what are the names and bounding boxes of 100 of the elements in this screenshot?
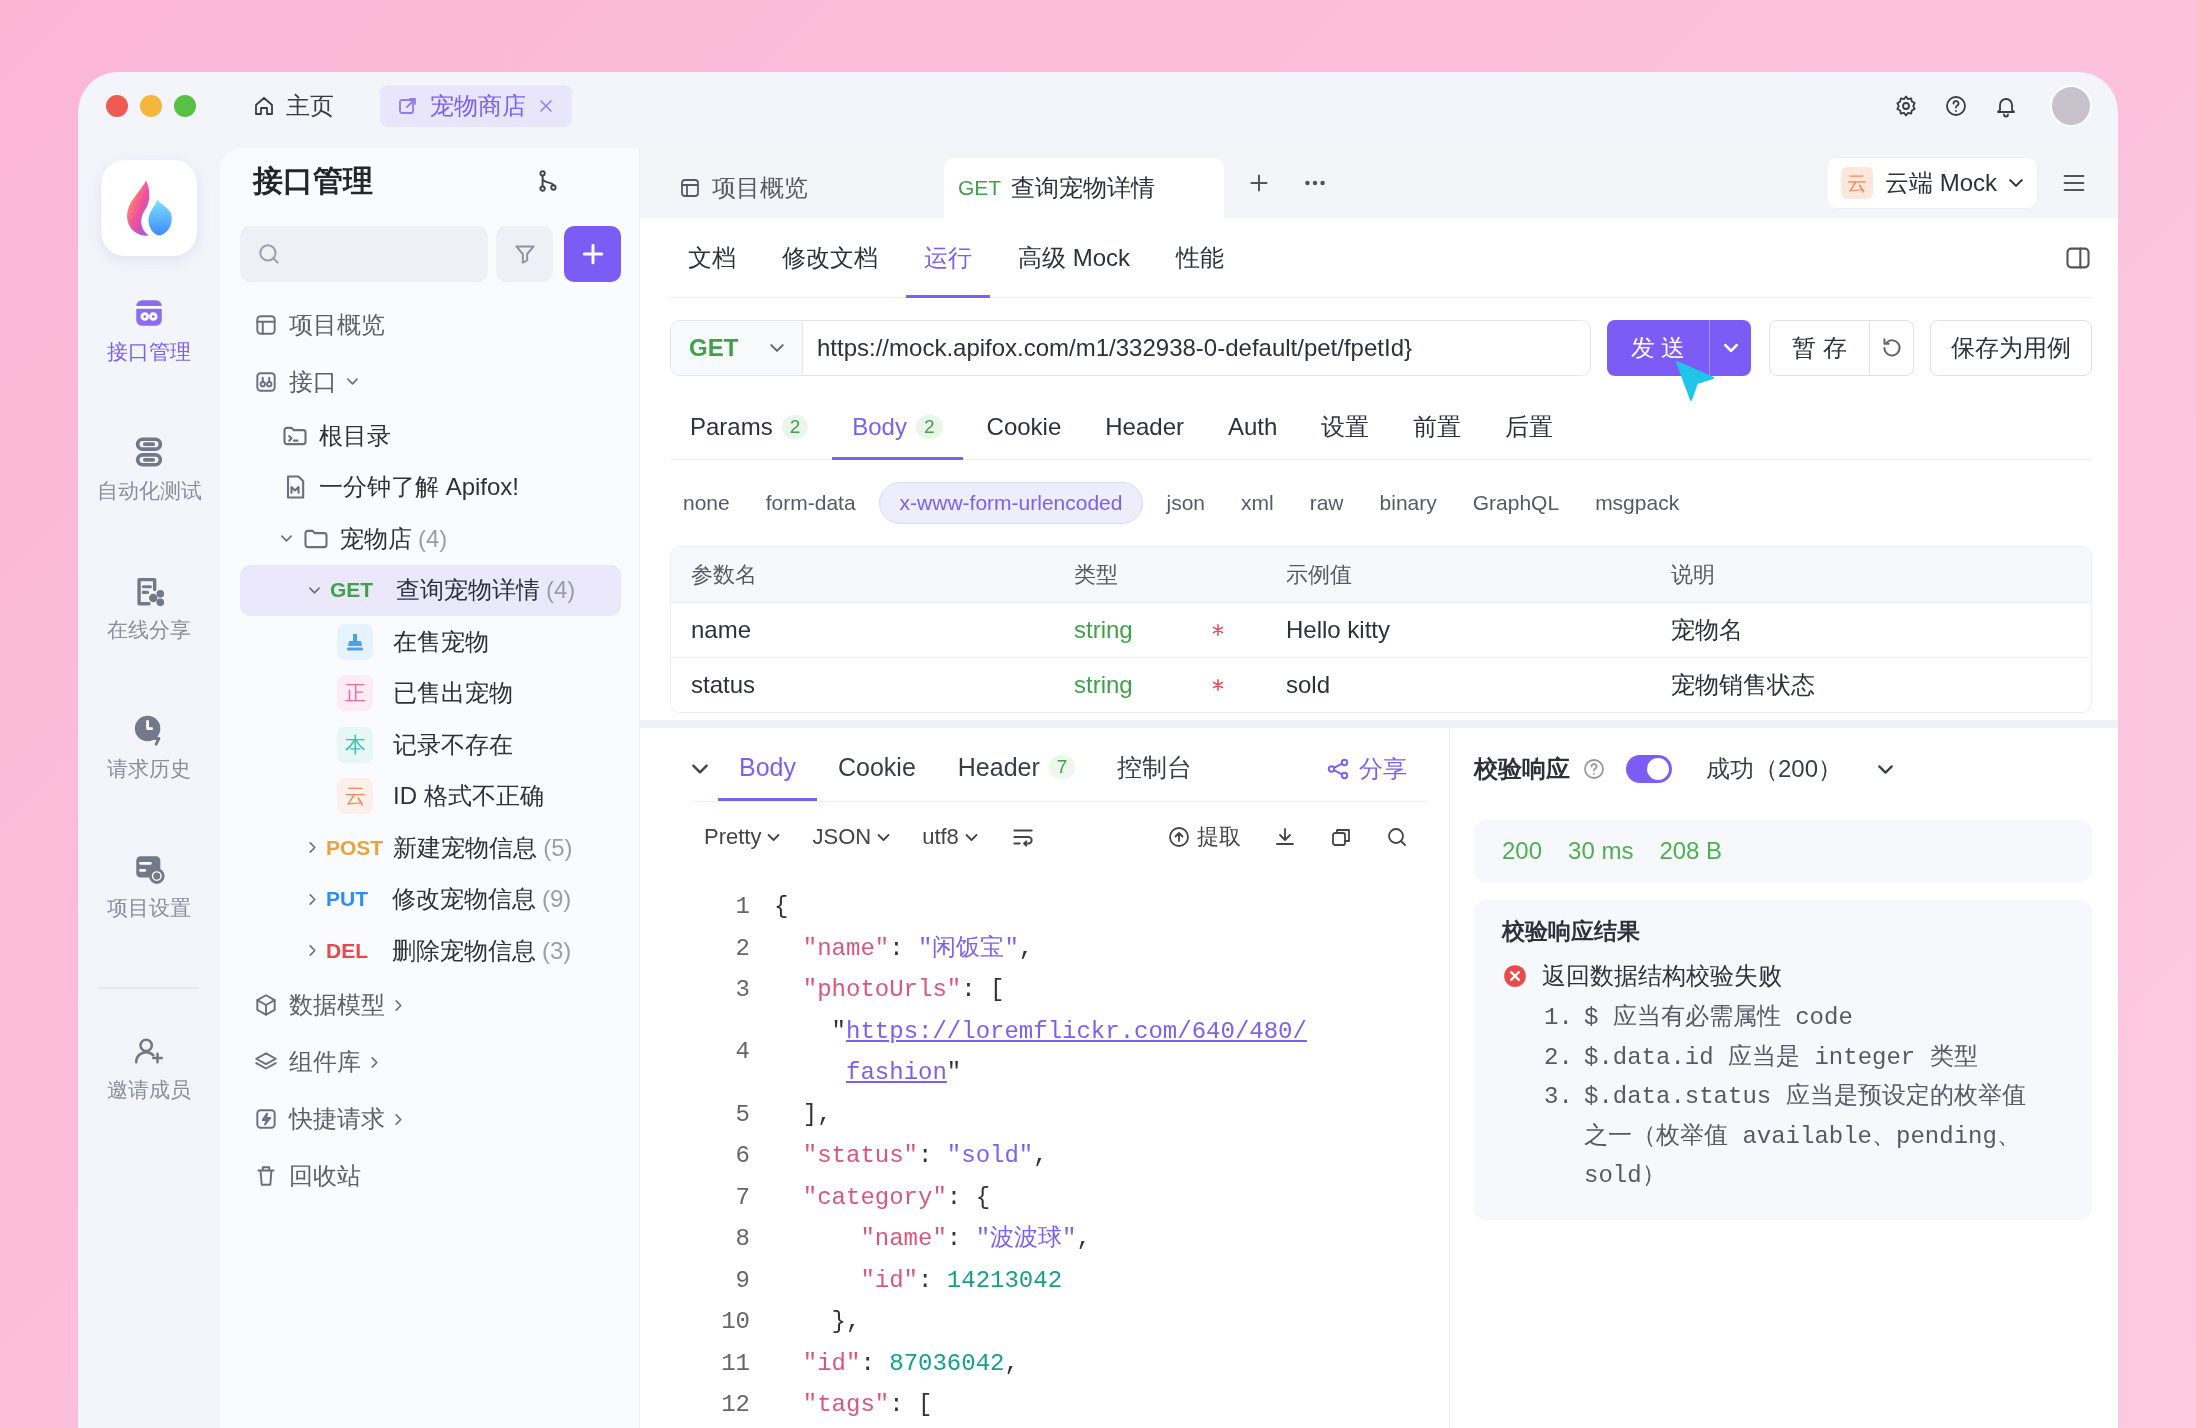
param-tab[interactable]: 设置 bbox=[1301, 396, 1390, 460]
document-tab[interactable]: 项目概览 bbox=[664, 158, 944, 218]
chevron-icon[interactable] bbox=[371, 1056, 378, 1068]
tree-item[interactable]: 接口 bbox=[240, 353, 621, 410]
code-line: "category": { bbox=[801, 1182, 992, 1213]
document-tab[interactable]: GET 查询宠物详情 bbox=[944, 158, 1224, 218]
response-tab[interactable]: Cookie bbox=[817, 736, 937, 801]
body-type-option[interactable]: xml bbox=[1228, 482, 1287, 524]
format-select[interactable]: JSON bbox=[812, 824, 891, 850]
view-tab[interactable]: 文档 bbox=[670, 218, 754, 298]
tree-item[interactable]: 在售宠物 bbox=[240, 616, 621, 668]
tree-item[interactable]: 一分钟了解 Apifox! bbox=[240, 461, 621, 513]
search-field[interactable] bbox=[240, 226, 488, 282]
response-tab[interactable]: Header 7 bbox=[936, 736, 1097, 801]
item-number: 1. bbox=[1544, 1003, 1574, 1033]
body-type-option[interactable]: form-data bbox=[752, 482, 869, 524]
chevron-icon[interactable] bbox=[281, 535, 292, 543]
window-close-control[interactable] bbox=[106, 95, 128, 117]
param-tab[interactable]: Body 2 bbox=[832, 396, 963, 460]
chevron-icon[interactable] bbox=[395, 1113, 402, 1125]
tree-item[interactable]: 本 记录不存在 bbox=[240, 719, 621, 771]
chevron-icon[interactable] bbox=[309, 842, 316, 854]
param-tab[interactable]: Params 2 bbox=[670, 396, 829, 460]
response-tab[interactable]: Body bbox=[718, 736, 817, 801]
validation-message: $ 应当有必需属性 code bbox=[1584, 1003, 1853, 1033]
add-button[interactable] bbox=[564, 226, 621, 282]
save-as-case-button[interactable]: 保存为用例 bbox=[1930, 320, 2092, 376]
code-line: "name": "闲饭宝", bbox=[801, 933, 1035, 964]
status-select[interactable]: 成功（200） bbox=[1706, 753, 1894, 785]
tree-item[interactable]: GET 查询宠物详情 (4) bbox=[240, 564, 621, 616]
format-select[interactable]: utf8 bbox=[922, 824, 978, 850]
column-header: 说明 bbox=[1670, 560, 1716, 589]
chevron-icon[interactable] bbox=[347, 378, 358, 385]
view-tab[interactable]: 性能 bbox=[1158, 218, 1242, 298]
tree-item[interactable]: 根目录 bbox=[240, 410, 621, 462]
rail-item[interactable]: 接口管理 bbox=[107, 296, 191, 366]
param-tab[interactable]: Auth bbox=[1208, 396, 1298, 460]
search-icon[interactable] bbox=[1385, 825, 1409, 849]
table-cell-text: name bbox=[690, 616, 753, 644]
line-number: 12 bbox=[720, 1390, 750, 1420]
code-line: "status": "sold", bbox=[801, 1141, 1049, 1171]
line-number: 4 bbox=[734, 1037, 750, 1068]
body-type-option[interactable]: none bbox=[670, 482, 743, 524]
caret-icon bbox=[767, 833, 781, 841]
view-tab[interactable]: 高级 Mock bbox=[1000, 218, 1148, 298]
view-tab[interactable]: 运行 bbox=[906, 218, 990, 298]
param-tab[interactable]: Cookie bbox=[966, 396, 1082, 460]
settings-icon[interactable] bbox=[1894, 94, 1918, 118]
body-type-option[interactable]: GraphQL bbox=[1459, 482, 1573, 524]
body-type-option[interactable]: msgpack bbox=[1582, 482, 1693, 524]
filter-button[interactable] bbox=[496, 226, 553, 282]
param-tab[interactable]: 后置 bbox=[1485, 396, 1574, 460]
case-badge: 本 bbox=[337, 726, 373, 763]
body-type-option[interactable]: x-www-form-urlencoded bbox=[878, 482, 1144, 524]
body-type-option[interactable]: json bbox=[1153, 482, 1218, 524]
panel-title: 接口管理 bbox=[253, 162, 373, 199]
method-label: POST bbox=[326, 835, 384, 860]
caret-icon bbox=[964, 833, 978, 841]
line-number: 2 bbox=[734, 933, 750, 964]
chevron-icon[interactable] bbox=[309, 893, 316, 905]
column-header: 类型 bbox=[1073, 560, 1119, 589]
tree-item[interactable]: 数据模型 bbox=[240, 976, 621, 1034]
chevron-icon[interactable] bbox=[395, 999, 402, 1011]
tree-item[interactable]: POST 新建宠物信息 (5) bbox=[240, 822, 621, 874]
tree-item[interactable]: 组件库 bbox=[240, 1033, 621, 1091]
layout-icon bbox=[678, 176, 702, 200]
toggle-switch[interactable] bbox=[1626, 755, 1672, 783]
body-type-option[interactable]: raw bbox=[1296, 482, 1357, 524]
extract-button[interactable]: 提取 bbox=[1167, 822, 1241, 852]
tree-item[interactable]: 宠物店 (4) bbox=[240, 513, 621, 565]
chevron-icon[interactable] bbox=[309, 945, 316, 957]
help-icon bbox=[1582, 757, 1606, 781]
tree-item[interactable]: 项目概览 bbox=[240, 296, 621, 353]
view-tab[interactable]: 修改文档 bbox=[764, 218, 896, 298]
cube-icon bbox=[253, 992, 279, 1018]
response-tab[interactable]: 控制台 bbox=[1096, 736, 1214, 801]
tree-item[interactable]: 云 ID 格式不正确 bbox=[240, 770, 621, 822]
tree-item[interactable]: DEL 删除宠物信息 (3) bbox=[240, 925, 621, 977]
line-number: 9 bbox=[734, 1265, 750, 1296]
body-type-option[interactable]: binary bbox=[1366, 482, 1450, 524]
caret-icon bbox=[877, 833, 891, 841]
chevron-icon[interactable] bbox=[309, 586, 320, 594]
window-tab[interactable]: 主页 bbox=[236, 85, 350, 127]
format-select[interactable]: Pretty bbox=[704, 824, 781, 850]
window-tab[interactable]: 宠物商店 bbox=[380, 85, 572, 127]
tree-item[interactable]: 回收站 bbox=[240, 1147, 621, 1205]
collapse-icon[interactable] bbox=[692, 763, 708, 774]
code-link[interactable]: https://loremflickr.com/640/480/fashion" bbox=[846, 1010, 1316, 1094]
tree-item[interactable]: 快捷请求 bbox=[240, 1090, 621, 1148]
tree-item[interactable]: PUT 修改宠物信息 (9) bbox=[240, 873, 621, 925]
param-tab[interactable]: Header bbox=[1085, 396, 1204, 460]
item-count: (3) bbox=[542, 936, 572, 965]
environment-select[interactable]: 云 云端 Mock bbox=[1826, 157, 2038, 209]
item-count: (4) bbox=[546, 576, 576, 605]
param-tab[interactable]: 前置 bbox=[1393, 396, 1482, 460]
case-badge: 正 bbox=[337, 675, 373, 712]
tree-item[interactable]: 正 已售出宠物 bbox=[240, 667, 621, 719]
share-button[interactable]: 分享 bbox=[1325, 736, 1427, 801]
error-message: 返回数据结构校验失败 bbox=[1542, 961, 1782, 991]
help-icon[interactable] bbox=[1944, 94, 1968, 118]
